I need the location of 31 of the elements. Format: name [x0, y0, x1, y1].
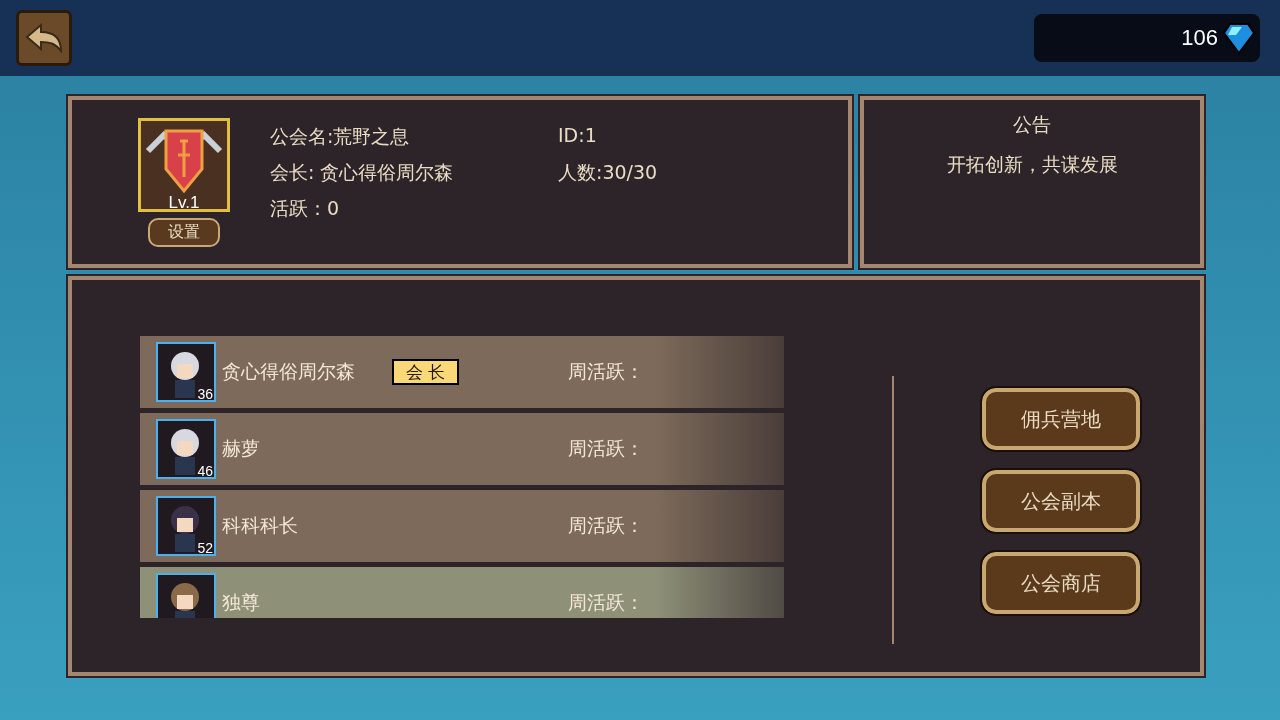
guild-activity: 活跃：0 [270, 196, 341, 221]
guild-leader: 会长: 贪心得俗周尔森 [270, 160, 455, 185]
weekly-activity-label: 周活跃： [568, 359, 644, 384]
notice-text: 开拓创新，共谋发展 [946, 152, 1118, 177]
avatar-level: 36 [197, 386, 213, 402]
gem-count: 106 [1181, 25, 1218, 51]
action-button[interactable]: 公会副本 [982, 470, 1140, 532]
settings-button[interactable]: 设置 [148, 218, 220, 247]
guild-name: 公会名:荒野之息 [270, 124, 411, 149]
member-row[interactable]: 36 贪心得俗周尔森 会 长 周活跃： [140, 336, 784, 408]
guild-level: Lv.1 [168, 193, 200, 213]
member-count: 人数:30/30 [558, 160, 659, 185]
avatar-level: 46 [197, 463, 213, 479]
member-name: 贪心得俗周尔森 [222, 359, 356, 384]
member-row[interactable]: 46 赫萝 周活跃： [140, 413, 784, 485]
notice-title: 公告 [1013, 112, 1051, 137]
action-button[interactable]: 佣兵营地 [982, 388, 1140, 450]
back-button[interactable] [16, 10, 72, 66]
member-name: 科科科长 [222, 513, 299, 538]
guild-id: ID:1 [558, 124, 598, 148]
back-arrow-icon [25, 23, 63, 53]
avatar-level: 52 [197, 540, 213, 556]
member-name: 独尊 [222, 590, 261, 615]
weekly-activity-label: 周活跃： [568, 513, 644, 538]
member-name: 赫萝 [222, 436, 261, 461]
leader-badge: 会 长 [392, 359, 460, 385]
gem-icon [1222, 21, 1256, 55]
member-row[interactable]: 52 科科科长 周活跃： [140, 490, 784, 562]
weekly-activity-label: 周活跃： [568, 590, 644, 615]
action-button[interactable]: 公会商店 [982, 552, 1140, 614]
weekly-activity-label: 周活跃： [568, 436, 644, 461]
